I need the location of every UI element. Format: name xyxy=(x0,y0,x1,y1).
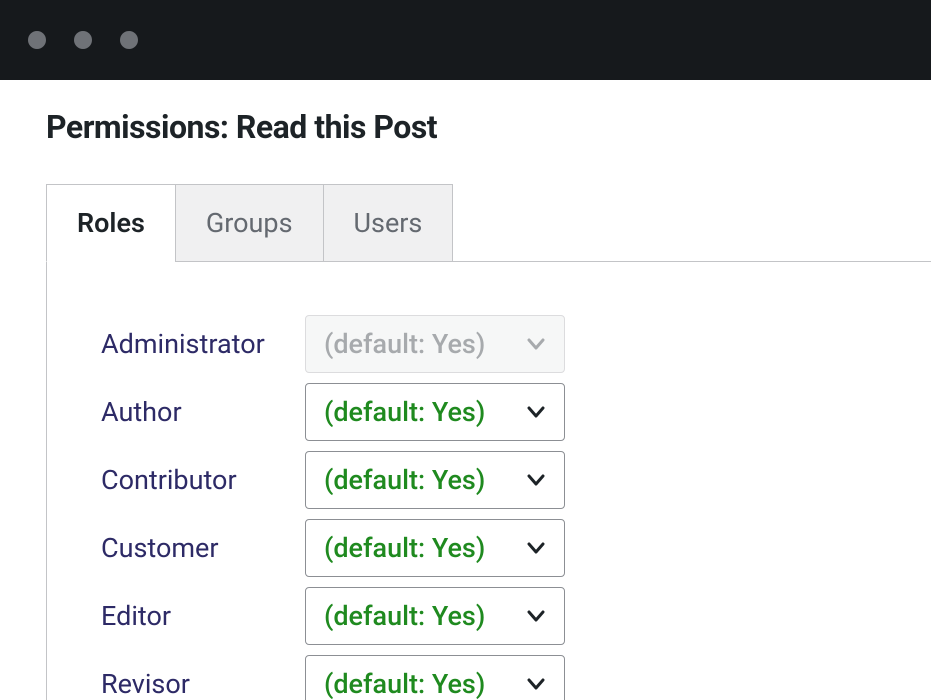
role-label: Contributor xyxy=(101,464,305,496)
select-value: (default: Yes) xyxy=(324,668,485,700)
role-row-author: Author (default: Yes) xyxy=(101,378,931,446)
role-row-administrator: Administrator (default: Yes) xyxy=(101,310,931,378)
role-permission-select-revisor[interactable]: (default: Yes) xyxy=(305,655,565,700)
chevron-down-icon xyxy=(524,332,548,356)
roles-panel: Administrator (default: Yes) Author (def… xyxy=(46,262,931,700)
page-title: Permissions: Read this Post xyxy=(46,108,931,146)
role-row-editor: Editor (default: Yes) xyxy=(101,582,931,650)
role-row-customer: Customer (default: Yes) xyxy=(101,514,931,582)
role-label: Administrator xyxy=(101,328,305,360)
select-value: (default: Yes) xyxy=(324,328,485,360)
zoom-icon[interactable] xyxy=(120,31,138,49)
close-icon[interactable] xyxy=(28,31,46,49)
tab-roles[interactable]: Roles xyxy=(46,184,176,262)
chevron-down-icon xyxy=(524,672,548,696)
tab-users[interactable]: Users xyxy=(323,184,454,262)
chevron-down-icon xyxy=(524,604,548,628)
role-label: Editor xyxy=(101,600,305,632)
window-titlebar xyxy=(0,0,931,80)
role-permission-select-administrator: (default: Yes) xyxy=(305,315,565,373)
tabs: Roles Groups Users xyxy=(46,184,931,262)
select-value: (default: Yes) xyxy=(324,464,485,496)
role-label: Revisor xyxy=(101,668,305,700)
chevron-down-icon xyxy=(524,468,548,492)
minimize-icon[interactable] xyxy=(74,31,92,49)
select-value: (default: Yes) xyxy=(324,396,485,428)
tab-groups[interactable]: Groups xyxy=(175,184,324,262)
role-row-contributor: Contributor (default: Yes) xyxy=(101,446,931,514)
role-label: Author xyxy=(101,396,305,428)
select-value: (default: Yes) xyxy=(324,600,485,632)
role-row-revisor: Revisor (default: Yes) xyxy=(101,650,931,700)
chevron-down-icon xyxy=(524,400,548,424)
select-value: (default: Yes) xyxy=(324,532,485,564)
role-permission-select-contributor[interactable]: (default: Yes) xyxy=(305,451,565,509)
role-permission-select-editor[interactable]: (default: Yes) xyxy=(305,587,565,645)
role-label: Customer xyxy=(101,532,305,564)
role-permission-select-customer[interactable]: (default: Yes) xyxy=(305,519,565,577)
role-permission-select-author[interactable]: (default: Yes) xyxy=(305,383,565,441)
chevron-down-icon xyxy=(524,536,548,560)
